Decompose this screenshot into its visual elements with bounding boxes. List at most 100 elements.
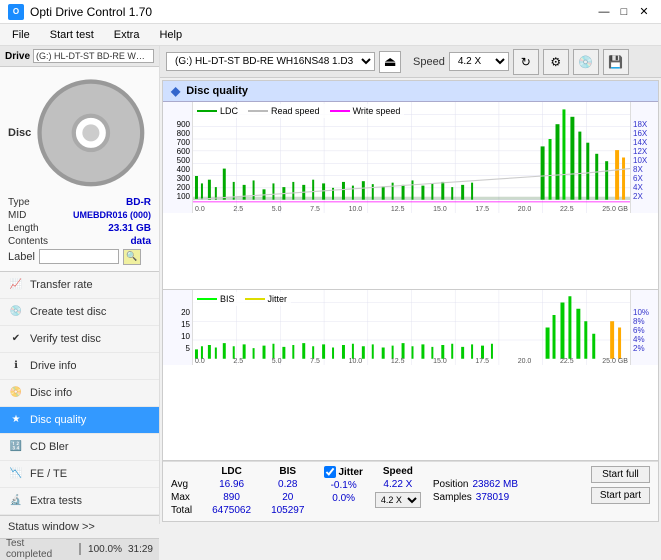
settings-button[interactable]: ⚙	[543, 49, 569, 75]
content-area: (G:) HL-DT-ST BD-RE WH16NS48 1.D3 ⏏ Spee…	[160, 46, 661, 524]
menu-extra[interactable]: Extra	[106, 27, 148, 43]
bottom-x-axis: 0.0 2.5 5.0 7.5 10.0 12.5 15.0 17.5 20.0…	[193, 358, 630, 365]
position-row: Position 23862 MB	[433, 479, 518, 490]
disc-info-icon: 📀	[8, 385, 24, 401]
y-right-2x: 2X	[631, 192, 658, 201]
speed-select-main[interactable]: 4.2 X	[449, 52, 509, 71]
disc-button[interactable]: 💿	[573, 49, 599, 75]
status-text: Test completed	[6, 538, 73, 560]
samples-value: 378019	[476, 492, 509, 503]
transfer-rate-icon: 📈	[8, 277, 24, 293]
bottom-y-axis-right: 10% 8% 6% 4% 2%	[630, 290, 658, 365]
close-button[interactable]: ✕	[635, 3, 653, 21]
bx-label-0: 0.0	[195, 358, 205, 365]
avg-bis: 0.28	[278, 479, 297, 490]
start-full-button[interactable]: Start full	[591, 466, 650, 483]
jitter-header-row: Jitter	[324, 466, 362, 478]
sidebar-item-disc-info[interactable]: 📀 Disc info	[0, 380, 159, 407]
speed-label: Speed	[413, 56, 445, 68]
chart-container: ◆ Disc quality LDC Read s	[162, 80, 659, 522]
disc-label-row: Label 🔍	[8, 249, 151, 265]
sidebar-item-cd-bler[interactable]: 🔢 CD Bler	[0, 434, 159, 461]
sidebar-item-extra-tests[interactable]: 🔬 Extra tests	[0, 488, 159, 515]
y-label-20: 20	[163, 308, 192, 317]
legend-jitter: Jitter	[245, 294, 288, 304]
y-label-600: 600	[163, 147, 192, 156]
progress-bar-container: Test completed 100.0% 31:29	[0, 538, 159, 560]
eject-button[interactable]: ⏏	[379, 51, 401, 73]
disc-contents-label: Contents	[8, 236, 48, 247]
sidebar-item-drive-info[interactable]: ℹ Drive info	[0, 353, 159, 380]
sidebar-item-create-test-disc[interactable]: 💿 Create test disc	[0, 299, 159, 326]
disc-type-value: BD-R	[126, 197, 151, 208]
sidebar-label-fe-te: FE / TE	[30, 468, 67, 480]
legend-write-speed-label: Write speed	[353, 106, 401, 116]
y-right-16x: 16X	[631, 129, 658, 138]
y-label-5: 5	[163, 344, 192, 353]
status-window-button[interactable]: Status window >>	[0, 515, 159, 538]
drive-display: (G:) HL-DT-ST BD-RE WH16NS48 1.D3	[33, 49, 154, 63]
x-label-225: 22.5	[560, 206, 574, 213]
bottom-chart-section: BIS Jitter 20 15 10	[163, 290, 658, 461]
bx-label-50: 5.0	[272, 358, 282, 365]
disc-type-row: Type BD-R	[8, 197, 151, 208]
y-label-300: 300	[163, 174, 192, 183]
start-part-button[interactable]: Start part	[591, 487, 650, 504]
x-label-0: 0.0	[195, 206, 205, 213]
progress-bar-outer	[79, 543, 81, 555]
stats-jitter-col: Jitter -0.1% 0.0% -	[324, 466, 362, 517]
drive-select[interactable]: (G:) HL-DT-ST BD-RE WH16NS48 1.D3	[166, 52, 375, 71]
y-label-800: 800	[163, 129, 192, 138]
verify-test-disc-icon: ✔	[8, 331, 24, 347]
total-bis: 105297	[271, 505, 304, 516]
refresh-button[interactable]: ↻	[513, 49, 539, 75]
ldc-header: LDC	[221, 466, 242, 477]
maximize-button[interactable]: □	[615, 3, 633, 21]
top-x-axis: 0.0 2.5 5.0 7.5 10.0 12.5 15.0 17.5 20.0…	[193, 206, 630, 213]
label-search-button[interactable]: 🔍	[123, 249, 141, 265]
x-label-75: 7.5	[310, 206, 320, 213]
chart-header-icon: ◆	[171, 84, 180, 98]
menu-start-test[interactable]: Start test	[42, 27, 102, 43]
sidebar-item-fe-te[interactable]: 📉 FE / TE	[0, 461, 159, 488]
speed-stat-header: Speed	[383, 466, 413, 477]
top-chart-area-wrapper: 900 800 700 600 500 400 300 200 100	[163, 102, 658, 213]
disc-length-value: 23.31 GB	[108, 223, 151, 234]
sidebar-label-extra-tests: Extra tests	[30, 495, 82, 507]
jitter-checkbox[interactable]	[324, 466, 336, 478]
disc-label-label: Label	[8, 251, 35, 263]
legend-ldc-label: LDC	[220, 106, 238, 116]
x-label-25: 2.5	[233, 206, 243, 213]
sidebar-label-disc-info: Disc info	[30, 387, 72, 399]
sidebar-item-disc-quality[interactable]: ★ Disc quality	[0, 407, 159, 434]
sidebar-item-verify-test-disc[interactable]: ✔ Verify test disc	[0, 326, 159, 353]
app-title: Opti Drive Control 1.70	[30, 5, 152, 19]
position-value: 23862 MB	[472, 479, 518, 490]
disc-quality-icon: ★	[8, 412, 24, 428]
y-right-18x: 18X	[631, 120, 658, 129]
stats-left: _ Avg Max Total LDC 16.96 890 6475062	[171, 466, 363, 517]
y-right-8x: 8X	[631, 165, 658, 174]
stats-position-col: _ Position 23862 MB Samples 378019	[433, 466, 518, 503]
disc-mid-label: MID	[8, 210, 26, 221]
avg-label: Avg	[171, 479, 192, 490]
sidebar-label-cd-bler: CD Bler	[30, 441, 69, 453]
menu-help[interactable]: Help	[151, 27, 190, 43]
disc-length-label: Length	[8, 223, 39, 234]
y-right-8pct: 8%	[631, 317, 658, 326]
progress-percent: 100.0%	[87, 544, 122, 555]
stats-bis-col: BIS 0.28 20 105297	[271, 466, 304, 516]
sidebar-item-transfer-rate[interactable]: 📈 Transfer rate	[0, 272, 159, 299]
disc-panel-header: Disc	[8, 73, 151, 193]
cd-bler-icon: 🔢	[8, 439, 24, 455]
disc-label-input[interactable]	[39, 249, 119, 264]
speed-stat-select[interactable]: 4.2 X	[375, 492, 421, 508]
minimize-button[interactable]: —	[595, 3, 613, 21]
jitter-color	[245, 298, 265, 300]
legend-ldc: LDC	[197, 106, 238, 116]
menu-file[interactable]: File	[4, 27, 38, 43]
x-label-50: 5.0	[272, 206, 282, 213]
samples-row: Samples 378019	[433, 492, 518, 503]
top-chart-inner: 0.0 2.5 5.0 7.5 10.0 12.5 15.0 17.5 20.0…	[193, 102, 630, 213]
save-button[interactable]: 💾	[603, 49, 629, 75]
